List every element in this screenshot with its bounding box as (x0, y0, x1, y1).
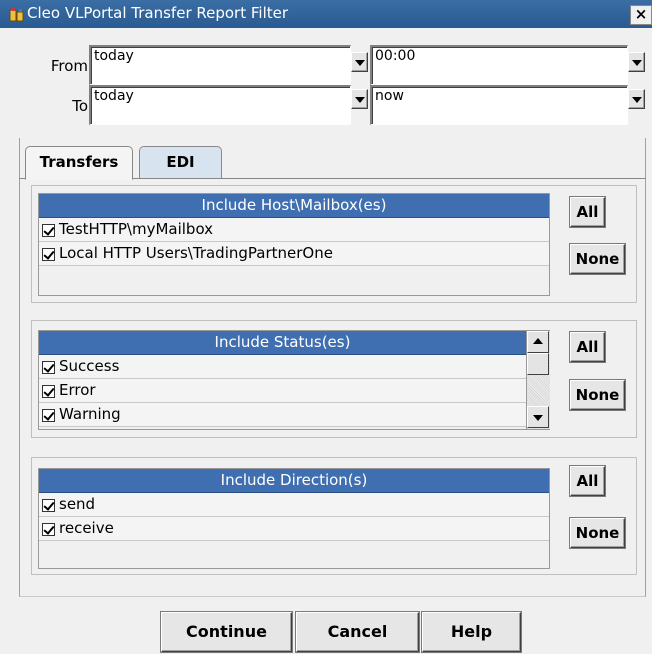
title-bar: Cleo VLPortal Transfer Report Filter × (0, 0, 652, 28)
window-title: Cleo VLPortal Transfer Report Filter (27, 4, 289, 22)
list-item-label: Warning (59, 405, 121, 423)
directions-all-button[interactable]: All (570, 466, 605, 496)
from-time-field[interactable]: 00:00 (370, 45, 628, 85)
checkbox[interactable] (42, 499, 55, 512)
to-date-field[interactable]: today (89, 85, 351, 125)
to-time-field[interactable]: now (370, 85, 628, 125)
hosts-none-button[interactable]: None (570, 244, 625, 274)
from-time-dropdown-button[interactable] (628, 52, 645, 72)
checkbox[interactable] (42, 248, 55, 261)
list-item[interactable]: Warning (39, 403, 526, 427)
directions-list: Include Direction(s) send receive (38, 468, 550, 569)
to-date-dropdown-button[interactable] (351, 89, 368, 109)
hosts-list: Include Host\Mailbox(es) TestHTTP\myMail… (38, 193, 550, 296)
directions-list-header: Include Direction(s) (39, 469, 549, 493)
close-button[interactable]: × (630, 5, 652, 25)
checkbox[interactable] (42, 224, 55, 237)
to-label: To (72, 97, 88, 115)
tab-transfers[interactable]: Transfers (25, 146, 133, 180)
statuses-all-button[interactable]: All (570, 332, 605, 362)
statuses-list-header: Include Status(es) (39, 331, 526, 355)
list-item-label: Error (59, 381, 96, 399)
scroll-down-button[interactable] (527, 406, 549, 428)
help-button[interactable]: Help (422, 612, 521, 652)
statuses-list: Include Status(es) Success Error Warning (38, 330, 550, 430)
list-item[interactable]: TestHTTP\myMailbox (39, 218, 549, 242)
list-item-label: receive (59, 519, 114, 537)
list-item[interactable]: receive (39, 517, 549, 541)
checkbox[interactable] (42, 385, 55, 398)
list-item[interactable]: Local HTTP Users\TradingPartnerOne (39, 242, 549, 266)
list-item[interactable]: Error (39, 379, 526, 403)
list-item-label: TestHTTP\myMailbox (59, 220, 214, 238)
list-item[interactable]: Success (39, 355, 526, 379)
from-date-field[interactable]: today (89, 45, 351, 85)
statuses-none-button[interactable]: None (570, 380, 625, 410)
scroll-thumb[interactable] (527, 353, 549, 375)
list-item-label: send (59, 495, 96, 513)
continue-button[interactable]: Continue (161, 612, 292, 652)
list-item[interactable]: send (39, 493, 549, 517)
list-item-label: Success (59, 357, 120, 375)
list-item-label: Local HTTP Users\TradingPartnerOne (59, 244, 333, 262)
checkbox[interactable] (42, 409, 55, 422)
from-label: From (50, 57, 88, 75)
cancel-button[interactable]: Cancel (296, 612, 419, 652)
checkbox[interactable] (42, 523, 55, 536)
scroll-up-button[interactable] (527, 331, 549, 353)
checkbox[interactable] (42, 361, 55, 374)
hosts-list-header: Include Host\Mailbox(es) (39, 194, 549, 218)
app-icon (9, 8, 24, 22)
directions-none-button[interactable]: None (570, 518, 625, 548)
tab-edi[interactable]: EDI (139, 146, 222, 178)
hosts-all-button[interactable]: All (570, 197, 605, 227)
to-time-dropdown-button[interactable] (628, 89, 645, 109)
from-date-dropdown-button[interactable] (351, 52, 368, 72)
